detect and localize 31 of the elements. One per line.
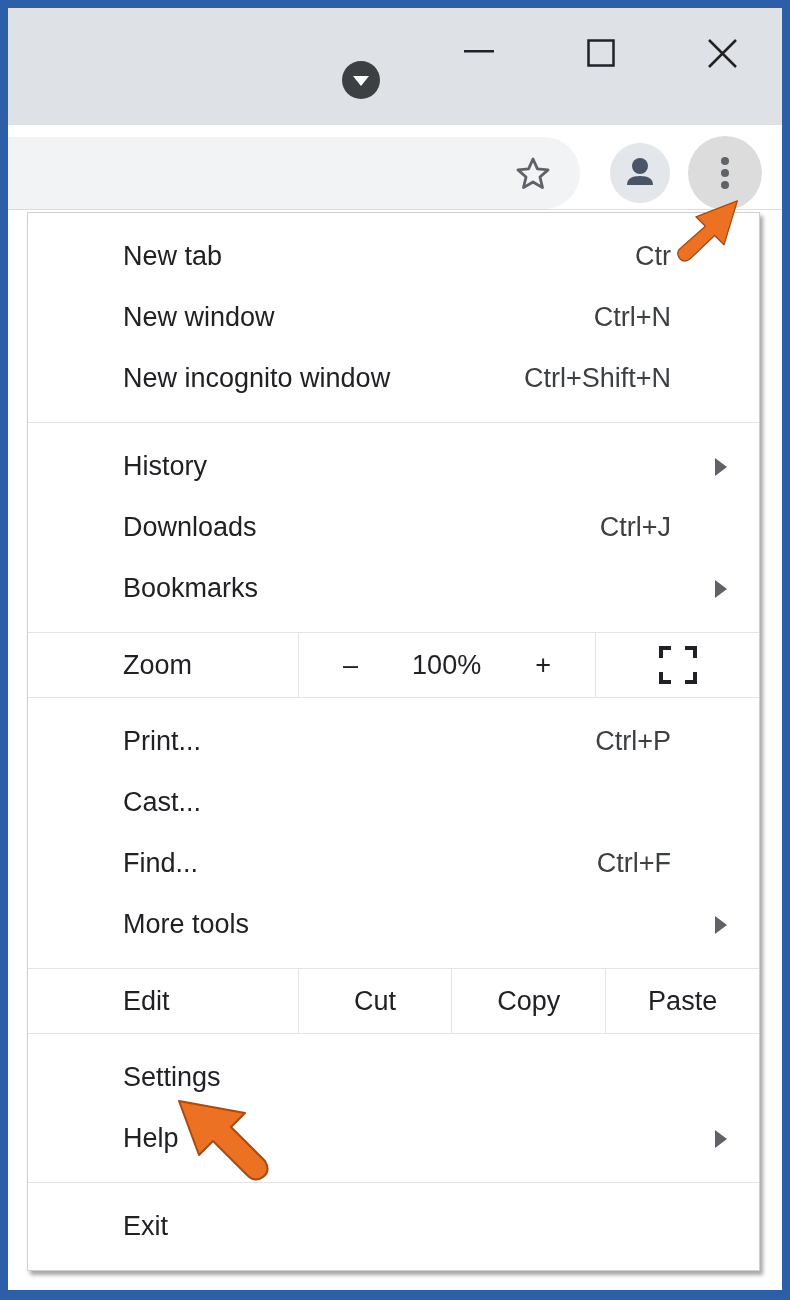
menu-item[interactable]: New incognito window Ctrl+Shift+N [28, 348, 759, 409]
shortcut-text: Ctrl+N [593, 301, 671, 335]
menu-item[interactable]: Print... Ctrl+P [28, 711, 759, 772]
shortcut-text: Ctr [635, 240, 671, 274]
menu-item[interactable]: Exit [28, 1196, 759, 1257]
menu-item[interactable]: New window Ctrl+N [28, 287, 759, 348]
menu-item[interactable]: Find... Ctrl+F [28, 833, 759, 894]
menu-item[interactable]: More tools [28, 894, 759, 955]
shortcut-text: Ctrl+Shift+N [523, 362, 671, 396]
menu-item[interactable]: Bookmarks [28, 558, 759, 619]
zoom-level-text: 100% [412, 648, 482, 682]
menu-item[interactable]: New tab Ctr [28, 226, 759, 287]
edit-label: Edit [123, 984, 170, 1018]
zoom-out-button[interactable]: – [335, 644, 367, 686]
menu-item[interactable]: History [28, 436, 759, 497]
fullscreen-icon[interactable] [658, 646, 697, 684]
menu-item[interactable]: Help [28, 1108, 759, 1169]
maximize-icon[interactable] [587, 39, 615, 67]
menu-item[interactable]: Cast... [28, 772, 759, 833]
zoom-in-button[interactable]: + [527, 644, 559, 686]
profile-button[interactable] [610, 143, 670, 203]
menu-button[interactable] [688, 136, 762, 210]
menu-item[interactable]: Settings [28, 1047, 759, 1108]
shortcut-text: Ctrl+F [596, 847, 671, 881]
shortcut-text: Ctrl+J [599, 511, 671, 545]
shortcut-text: Ctrl+P [595, 725, 671, 759]
close-icon[interactable] [708, 39, 737, 68]
menu-item[interactable]: Downloads Ctrl+J [28, 497, 759, 558]
tab-search-button[interactable] [342, 61, 380, 99]
minimize-icon[interactable] [464, 48, 494, 54]
zoom-label: Zoom [123, 648, 193, 682]
